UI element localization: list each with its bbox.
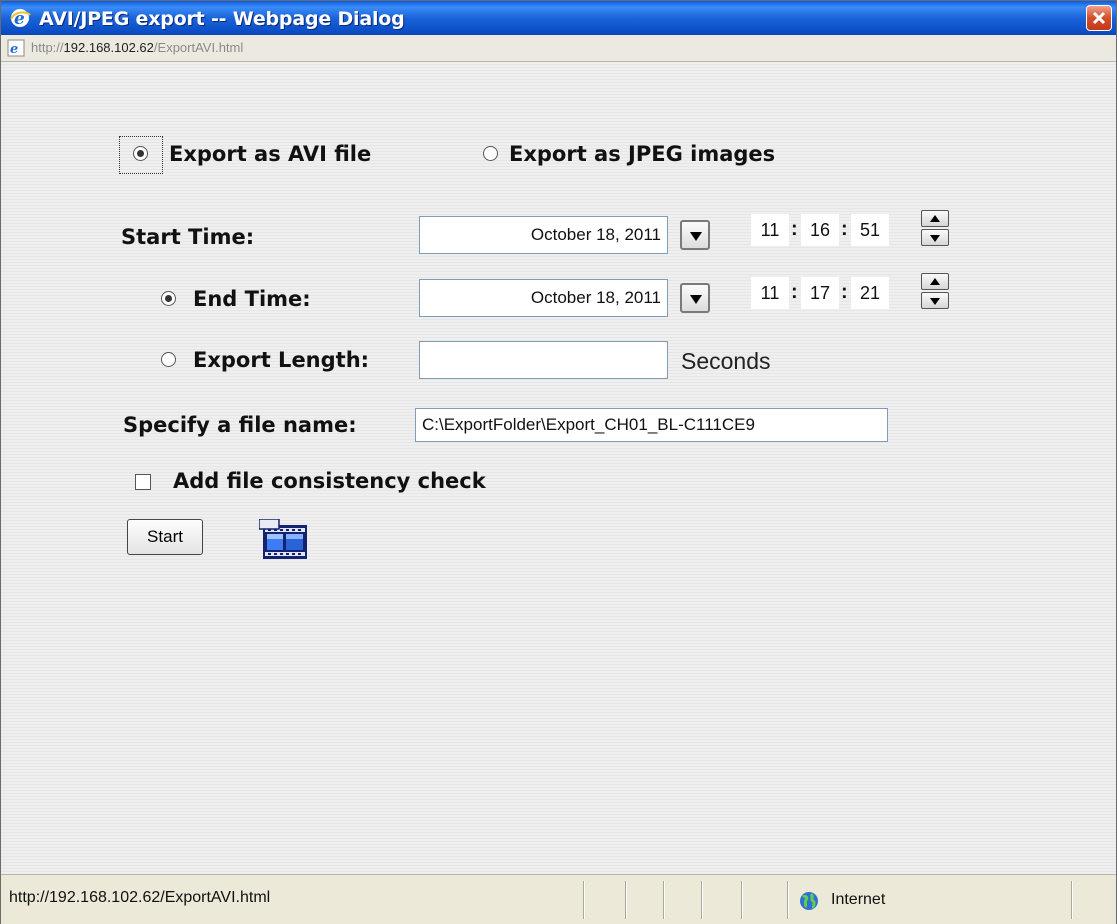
export-length-label: Export Length: xyxy=(193,348,370,372)
start-second-field[interactable]: 51 xyxy=(851,214,889,246)
start-date-field[interactable]: October 18, 2011 xyxy=(419,216,668,254)
export-avi-radio[interactable] xyxy=(133,146,148,161)
dialog-window: e AVI/JPEG export -- Webpage Dialog e ht… xyxy=(0,0,1117,924)
time-separator: : xyxy=(841,281,848,303)
start-button[interactable]: Start xyxy=(127,519,203,555)
start-time-up-button[interactable] xyxy=(921,210,949,227)
consistency-check-checkbox[interactable] xyxy=(135,474,151,490)
status-divider xyxy=(583,881,584,919)
end-hour-field[interactable]: 11 xyxy=(751,277,789,309)
seconds-unit-label: Seconds xyxy=(681,348,771,374)
title-bar[interactable]: e AVI/JPEG export -- Webpage Dialog xyxy=(1,1,1116,35)
security-zone-label: Internet xyxy=(831,891,886,908)
window-title: AVI/JPEG export -- Webpage Dialog xyxy=(39,8,405,30)
close-button[interactable] xyxy=(1086,5,1112,31)
svg-text:e: e xyxy=(10,42,18,57)
export-length-radio[interactable] xyxy=(161,352,176,367)
end-time-up-button[interactable] xyxy=(921,273,949,290)
status-url: http://192.168.102.62/ExportAVI.html xyxy=(9,889,271,906)
export-jpeg-label[interactable]: Export as JPEG images xyxy=(509,142,775,166)
status-divider xyxy=(701,881,702,919)
start-time-label: Start Time: xyxy=(121,225,255,249)
export-jpeg-radio[interactable] xyxy=(483,146,498,161)
ie-page-icon: e xyxy=(7,39,25,57)
film-icon[interactable] xyxy=(258,518,309,561)
end-minute-field[interactable]: 17 xyxy=(801,277,839,309)
status-divider xyxy=(1071,881,1072,919)
end-date-dropdown-button[interactable] xyxy=(680,283,710,313)
status-divider xyxy=(663,881,664,919)
end-second-field[interactable]: 21 xyxy=(851,277,889,309)
start-time-down-button[interactable] xyxy=(921,229,949,246)
time-separator: : xyxy=(791,218,798,240)
end-time-spinner[interactable] xyxy=(921,273,949,309)
end-time-label: End Time: xyxy=(193,287,311,311)
end-date-field[interactable]: October 18, 2011 xyxy=(419,279,668,317)
address-url: http://192.168.102.62/ExportAVI.html xyxy=(31,40,244,55)
ie-icon: e xyxy=(9,7,31,29)
time-separator: : xyxy=(791,281,798,303)
export-length-input[interactable] xyxy=(419,341,668,379)
start-time-spinner[interactable] xyxy=(921,210,949,246)
dialog-content: Export as AVI file Export as JPEG images… xyxy=(1,62,1116,874)
end-time-radio[interactable] xyxy=(161,291,176,306)
file-name-label: Specify a file name: xyxy=(123,413,357,437)
status-divider xyxy=(787,881,788,919)
export-avi-label[interactable]: Export as AVI file xyxy=(169,142,371,166)
consistency-check-label[interactable]: Add file consistency check xyxy=(173,469,486,493)
status-bar: http://192.168.102.62/ExportAVI.html Int… xyxy=(1,874,1116,924)
start-minute-field[interactable]: 16 xyxy=(801,214,839,246)
status-divider xyxy=(625,881,626,919)
start-date-dropdown-button[interactable] xyxy=(680,220,710,250)
start-hour-field[interactable]: 11 xyxy=(751,214,789,246)
status-divider xyxy=(741,881,742,919)
file-name-input[interactable]: C:\ExportFolder\Export_CH01_BL-C111CE9 xyxy=(415,408,888,442)
end-time-down-button[interactable] xyxy=(921,292,949,309)
globe-icon xyxy=(799,891,819,911)
time-separator: : xyxy=(841,218,848,240)
close-icon xyxy=(1092,11,1106,25)
address-bar: e http://192.168.102.62/ExportAVI.html xyxy=(1,35,1116,62)
